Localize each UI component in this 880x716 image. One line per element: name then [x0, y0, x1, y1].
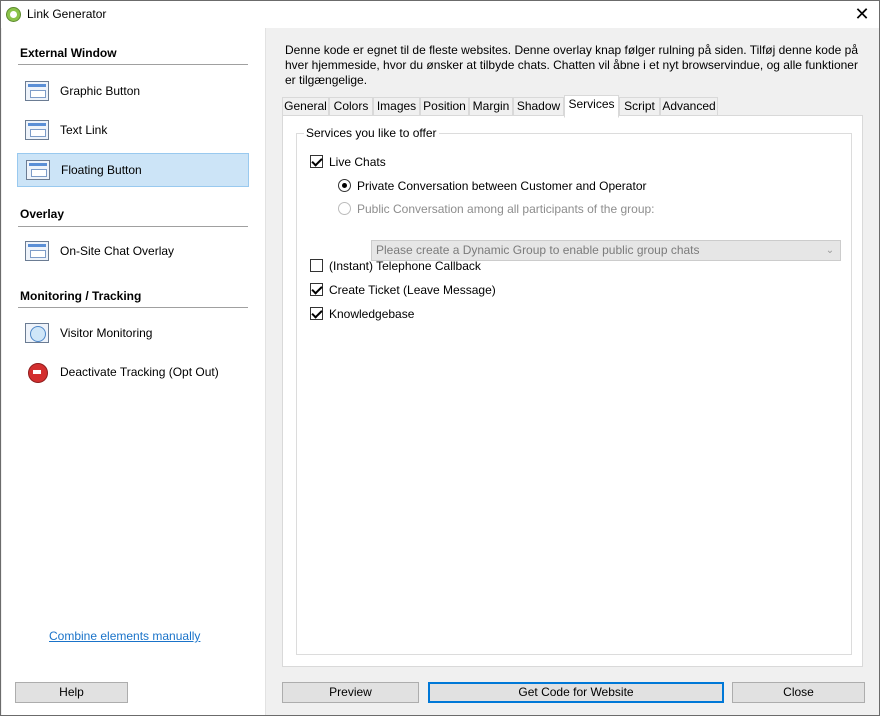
section-heading-external-window: External Window: [20, 46, 117, 60]
sidebar-item-visitor-monitoring[interactable]: Visitor Monitoring: [17, 317, 249, 351]
group-title: Services you like to offer: [304, 126, 439, 140]
tab-shadow[interactable]: Shadow: [513, 97, 564, 116]
sidebar-item-deactivate-tracking[interactable]: Deactivate Tracking (Opt Out): [17, 356, 249, 390]
checkbox-checked-icon[interactable]: [310, 283, 323, 296]
knowledgebase-label: Knowledgebase: [329, 307, 415, 321]
preview-button[interactable]: Preview: [282, 682, 419, 703]
app-gear-icon: [6, 7, 21, 22]
public-conversation-label: Public Conversation among all participan…: [357, 202, 655, 216]
radio-unselected-icon[interactable]: [338, 202, 351, 215]
tab-general[interactable]: General: [282, 97, 329, 116]
link-generator-window: Link Generator ✕ External Window Graphic…: [0, 0, 880, 716]
sidebar-item-label: Visitor Monitoring: [60, 326, 153, 340]
help-button[interactable]: Help: [15, 682, 128, 703]
sidebar-item-chat-overlay[interactable]: On-Site Chat Overlay: [17, 235, 249, 269]
get-code-button[interactable]: Get Code for Website: [428, 682, 724, 703]
title-bar: Link Generator ✕: [1, 1, 879, 28]
sidebar-item-floating-button[interactable]: Floating Button: [17, 153, 249, 187]
services-tab-panel: Services you like to offer Live Chats Pr…: [282, 115, 863, 667]
section-heading-overlay: Overlay: [20, 207, 65, 221]
dynamic-group-select[interactable]: Please create a Dynamic Group to enable …: [371, 240, 841, 261]
tab-services[interactable]: Services: [564, 95, 619, 118]
chat-overlay-icon: [25, 241, 49, 261]
sidebar-item-graphic-button[interactable]: Graphic Button: [17, 75, 249, 109]
services-groupbox: Services you like to offer Live Chats Pr…: [296, 126, 852, 655]
chevron-down-icon: ⌄: [825, 245, 835, 256]
tab-colors[interactable]: Colors: [329, 97, 373, 116]
stop-icon: [25, 362, 49, 383]
checkbox-unchecked-icon[interactable]: [310, 259, 323, 272]
tab-script[interactable]: Script: [619, 97, 660, 116]
graphic-button-icon: [25, 81, 49, 101]
floating-button-icon: [26, 160, 50, 180]
window-title: Link Generator: [27, 7, 107, 21]
sidebar-item-label: Floating Button: [61, 163, 142, 177]
create-ticket-label: Create Ticket (Leave Message): [329, 283, 496, 297]
sidebar: External Window Graphic Button Text Link…: [2, 28, 266, 715]
combine-elements-link[interactable]: Combine elements manually: [49, 629, 200, 643]
text-link-icon: [25, 120, 49, 140]
sidebar-item-text-link[interactable]: Text Link: [17, 114, 249, 148]
section-heading-monitoring: Monitoring / Tracking: [20, 289, 142, 303]
radio-selected-icon[interactable]: [338, 179, 351, 192]
sidebar-item-label: Text Link: [60, 123, 108, 137]
telephone-callback-label: (Instant) Telephone Callback: [329, 259, 481, 273]
section-divider: [18, 64, 248, 65]
visitor-monitoring-icon: [25, 323, 49, 343]
close-button[interactable]: Close: [732, 682, 865, 703]
close-window-icon[interactable]: ✕: [851, 3, 873, 25]
checkbox-checked-icon[interactable]: [310, 155, 323, 168]
sidebar-item-label: On-Site Chat Overlay: [60, 244, 175, 258]
section-divider: [18, 226, 248, 227]
tab-margin[interactable]: Margin: [469, 97, 513, 116]
private-conversation-label: Private Conversation between Customer an…: [357, 179, 647, 193]
description-text: Denne kode er egnet til de fleste websit…: [285, 43, 859, 87]
checkbox-checked-icon[interactable]: [310, 307, 323, 320]
section-divider: [18, 307, 248, 308]
live-chats-label: Live Chats: [329, 155, 386, 169]
sidebar-item-label: Graphic Button: [60, 84, 141, 98]
tab-position[interactable]: Position: [420, 97, 469, 116]
sidebar-item-label: Deactivate Tracking (Opt Out): [60, 365, 219, 379]
tab-images[interactable]: Images: [373, 97, 420, 116]
dynamic-group-select-value: Please create a Dynamic Group to enable …: [376, 243, 700, 257]
tab-advanced[interactable]: Advanced: [660, 97, 718, 116]
